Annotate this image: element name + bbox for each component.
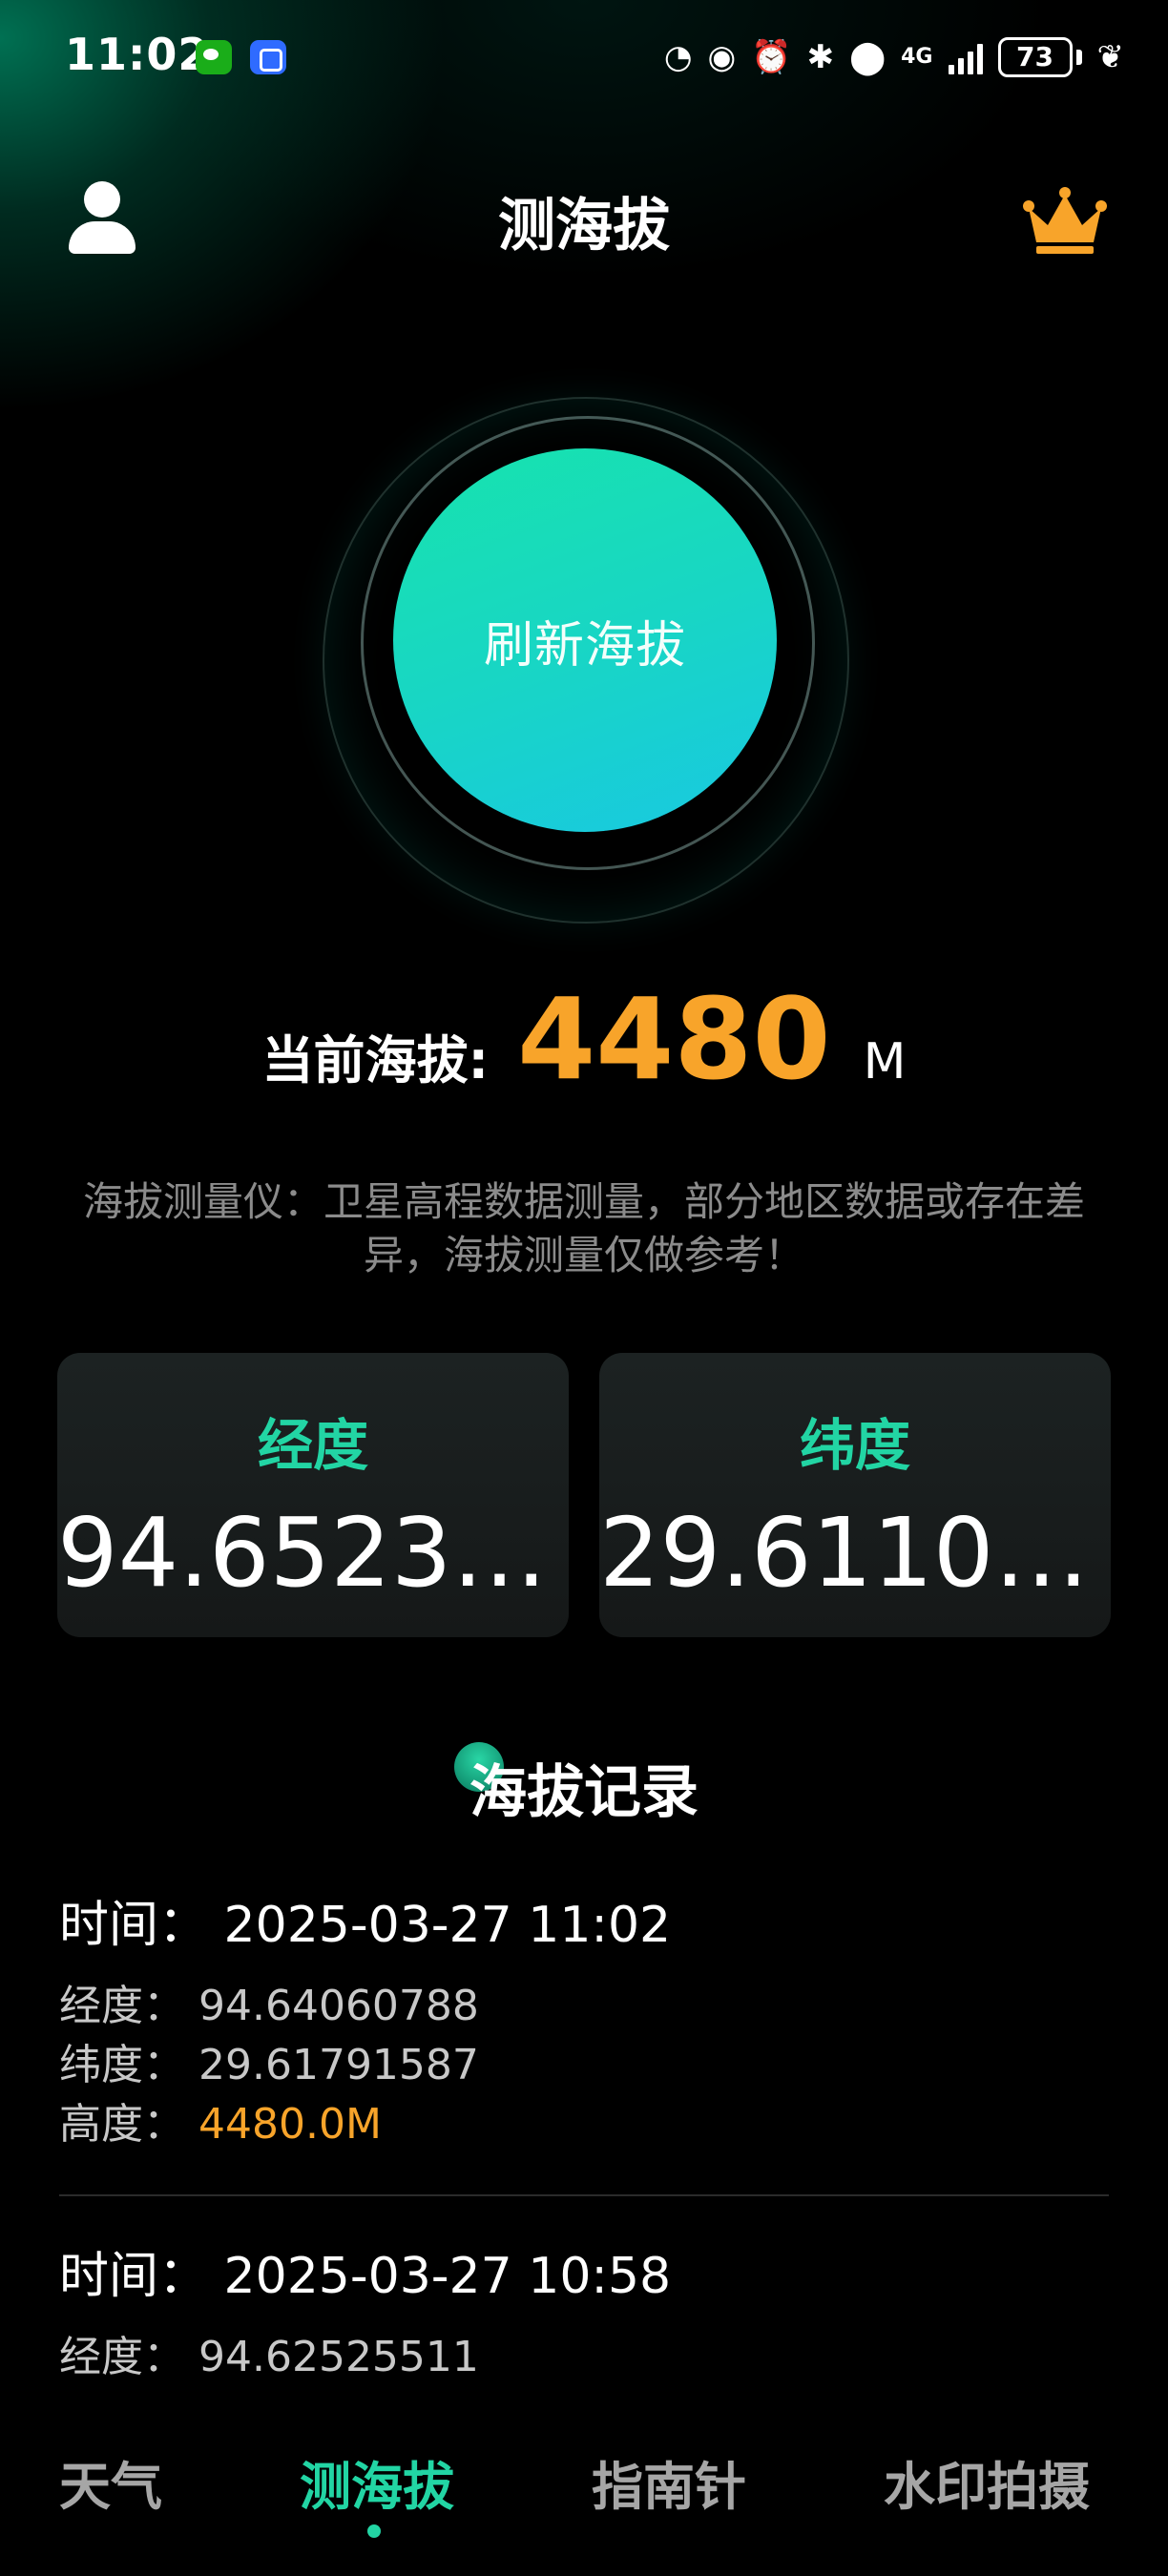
status-time: 11:02 (65, 29, 210, 80)
latitude-label: 纬度 (799, 1413, 910, 1478)
nav-watermark-camera[interactable]: 水印拍摄 (884, 2444, 1090, 2520)
network-type: 4G (901, 45, 933, 69)
crown-icon[interactable] (1023, 181, 1107, 258)
record-longitude: 经度： 94.64060788 (59, 1982, 479, 2030)
app-notification-icon (250, 40, 286, 74)
signal-icon (948, 40, 983, 74)
leaf-icon: ❦ (1096, 38, 1125, 76)
bottom-nav: 天气 测海拔 指南针 水印拍摄 (0, 2402, 1168, 2576)
bluetooth-icon: ✱ (806, 38, 835, 76)
record-divider (59, 2194, 1109, 2196)
records-title: 海拔记录 (469, 1759, 699, 1826)
nav-compass[interactable]: 指南针 (592, 2444, 746, 2520)
latitude-card: 纬度 29.61109... (599, 1353, 1111, 1637)
nav-weather[interactable]: 天气 (59, 2444, 162, 2520)
eye-comfort-icon: ◉ (707, 38, 737, 76)
altitude-label: 当前海拔: (261, 1030, 490, 1091)
record-longitude: 经度： 94.62525511 (59, 2333, 479, 2381)
altitude-value: 4480 (517, 973, 831, 1105)
record-latitude: 纬度： 29.61791587 (59, 2041, 479, 2089)
battery-icon: 73 (997, 37, 1073, 77)
longitude-label: 经度 (257, 1413, 368, 1478)
record-height-label: 高度： (59, 2100, 198, 2149)
disclaimer-note: 海拔测量仪：卫星高程数据测量，部分地区数据或存在差异，海拔测量仅做参考！ (82, 1178, 1085, 1278)
status-bar: 11:02 ◔ ◉ ⏰ ✱ ⬤ 4G 73 ❦ (0, 0, 1168, 114)
record-time: 时间： 2025-03-27 10:58 (59, 2248, 672, 2305)
location-icon: ⬤ (849, 38, 886, 76)
latitude-value: 29.61109... (599, 1497, 1111, 1609)
longitude-card: 经度 94.65237... (57, 1353, 569, 1637)
record-height: 高度： 4480.0M (59, 2095, 1109, 2154)
record-item: 时间： 2025-03-27 11:02 经度： 94.64060788 纬度：… (59, 1895, 1109, 2154)
wechat-icon (196, 40, 232, 74)
altitude-unit: M (863, 1033, 907, 1091)
record-item: 时间： 2025-03-27 10:58 经度： 94.62525511 (59, 2246, 1109, 2402)
longitude-value: 94.65237... (57, 1497, 569, 1609)
alarm-icon: ⏰ (751, 38, 792, 76)
refresh-altitude-button[interactable]: 刷新海拔 (393, 448, 777, 832)
status-icons: ◔ ◉ ⏰ ✱ ⬤ 4G 73 ❦ (664, 34, 1124, 80)
data-saver-icon: ◔ (663, 38, 693, 76)
record-time: 时间： 2025-03-27 11:02 (59, 1897, 672, 1954)
current-altitude: 当前海拔: 4480 M (0, 983, 1168, 1095)
nav-active-indicator (367, 2524, 381, 2538)
nav-altitude[interactable]: 测海拔 (300, 2444, 454, 2520)
record-height-value: 4480.0M (198, 2100, 382, 2149)
page-title: 测海拔 (498, 193, 670, 260)
battery-tip (1075, 50, 1082, 65)
records-header: 海拔记录 (0, 1746, 1168, 1829)
